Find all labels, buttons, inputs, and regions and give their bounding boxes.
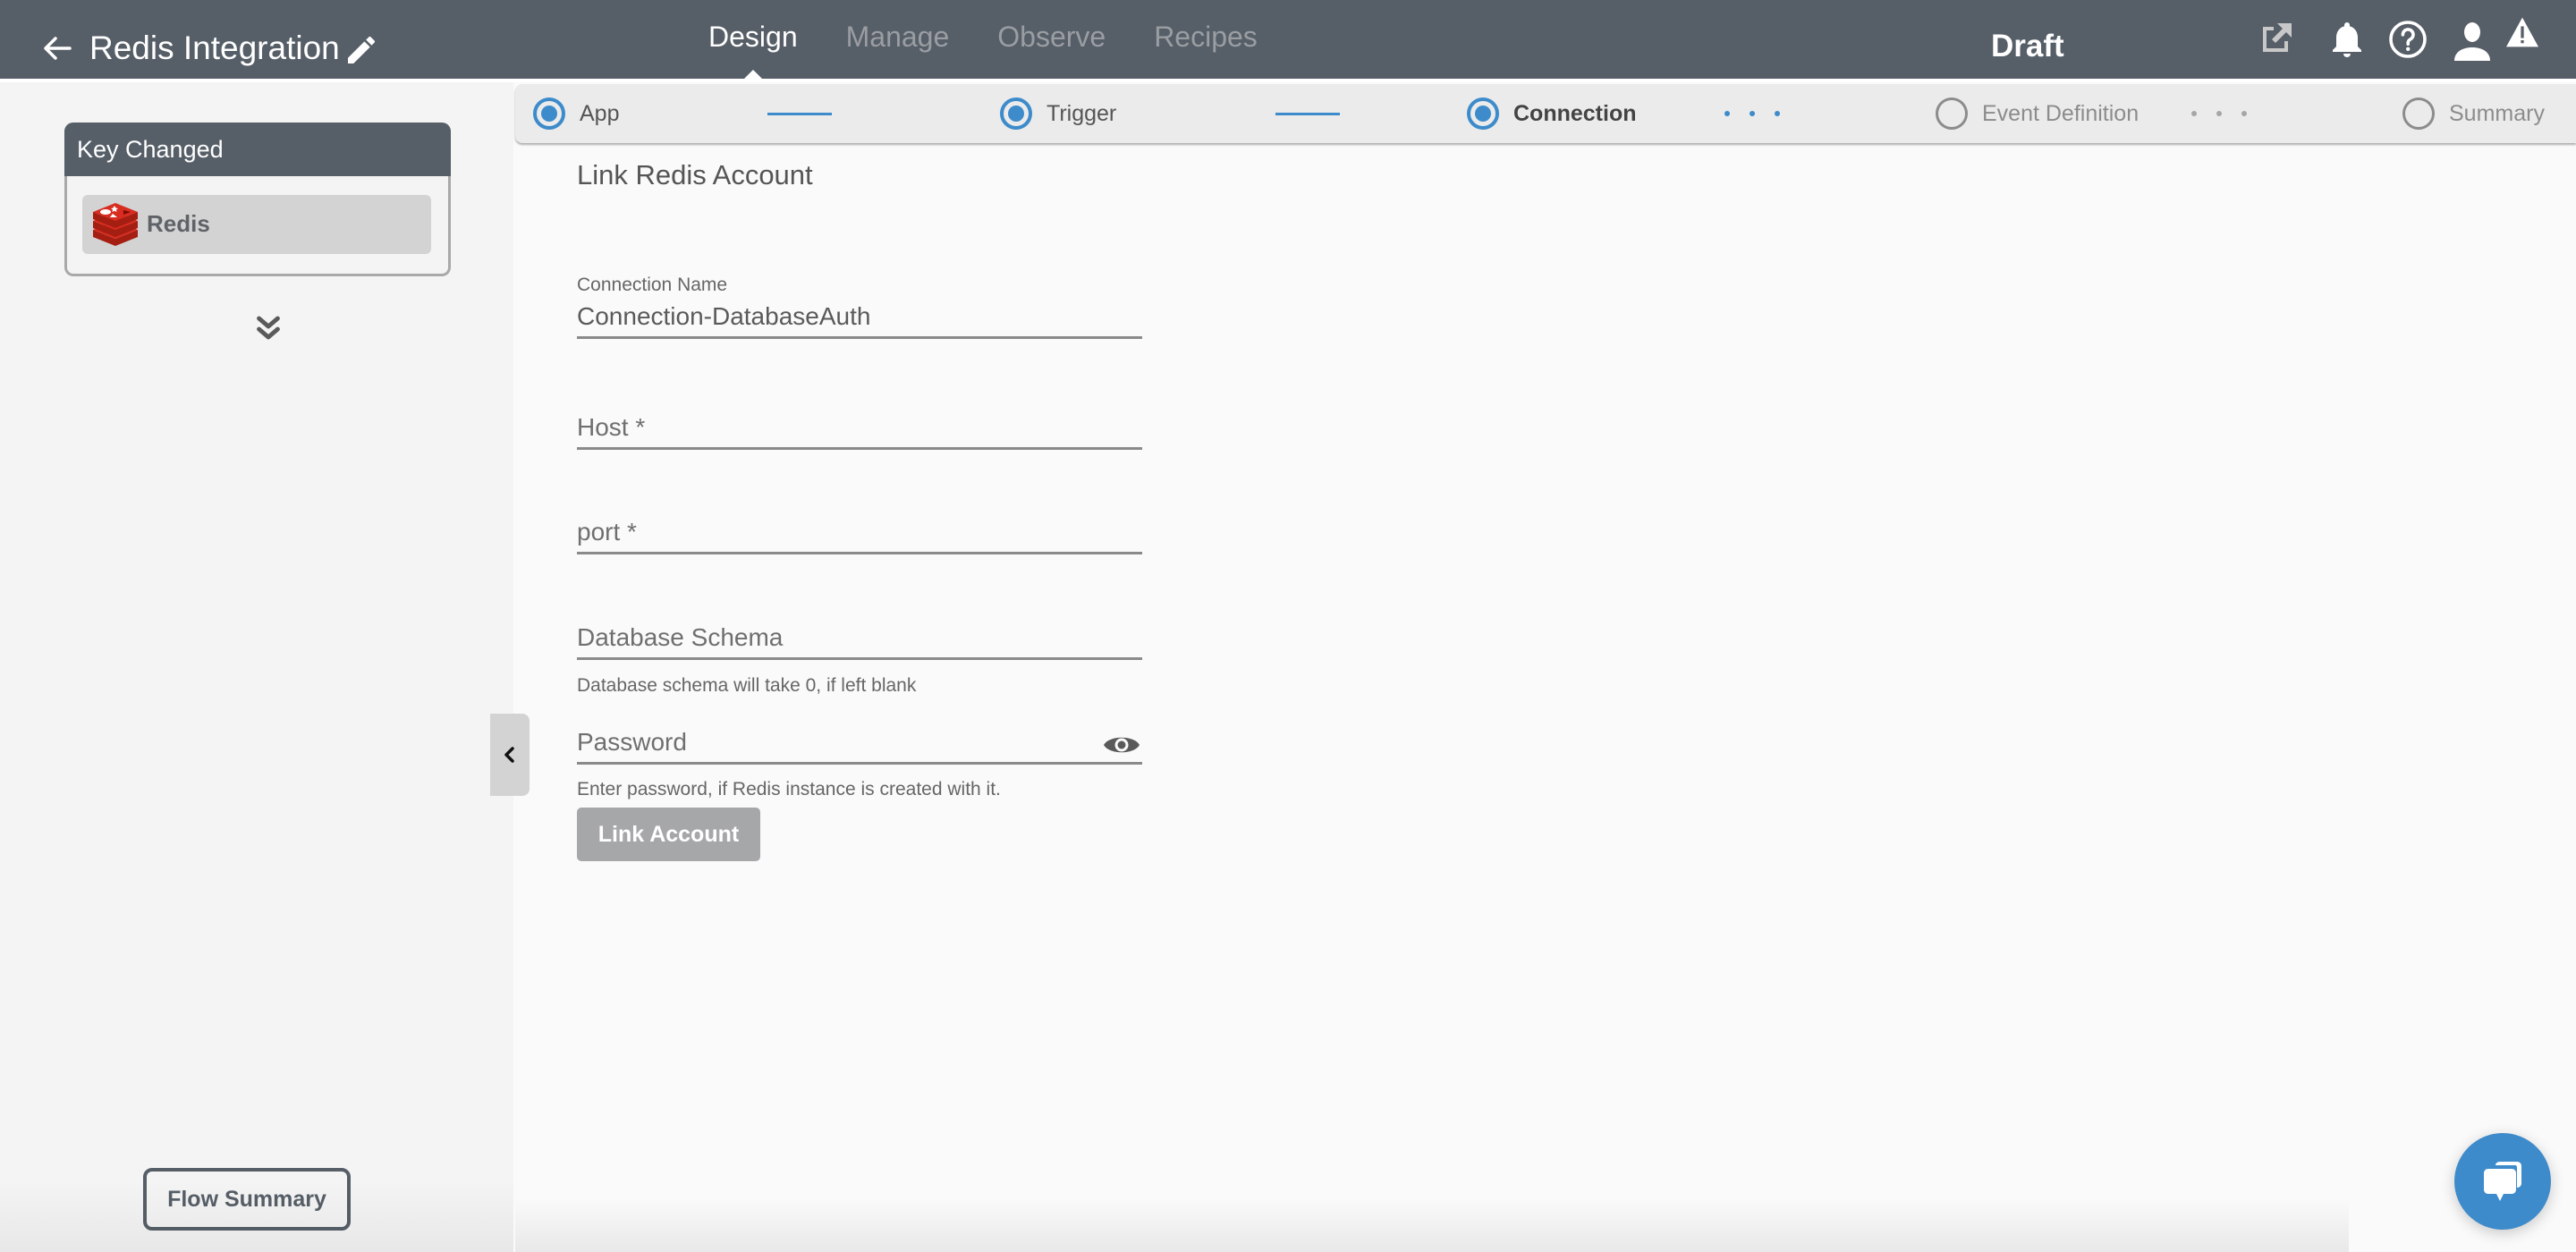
step-trigger-indicator <box>1000 97 1032 130</box>
step-app[interactable]: App <box>533 84 619 143</box>
nav-tab-recipes[interactable]: Recipes <box>1154 16 1258 57</box>
top-header: Redis Integration Design Manage Observe … <box>0 0 2576 80</box>
trigger-app-item[interactable]: Redis <box>82 195 431 254</box>
flow-sidebar: Key Changed Redis Flow Summary <box>0 82 513 1252</box>
notifications-button[interactable] <box>2326 18 2368 61</box>
trigger-card[interactable]: Key Changed Redis <box>64 123 451 276</box>
toggle-password-visibility[interactable] <box>1102 732 1141 758</box>
step-connector <box>767 113 832 115</box>
password-hint: Enter password, if Redis instance is cre… <box>577 779 1001 799</box>
chevron-left-icon <box>504 747 514 763</box>
step-app-indicator <box>533 97 565 130</box>
step-connection[interactable]: Connection <box>1467 84 1637 143</box>
step-connection-label: Connection <box>1513 100 1637 126</box>
password-field <box>577 723 1142 765</box>
step-trigger-label: Trigger <box>1046 100 1117 126</box>
database-schema-field <box>577 618 1142 660</box>
step-event-definition-label: Event Definition <box>1982 100 2140 126</box>
arrow-left-icon <box>44 37 72 60</box>
trigger-card-title: Key Changed <box>64 123 451 176</box>
flow-status: Draft <box>1991 29 2064 63</box>
nav-tab-observe[interactable]: Observe <box>997 16 1106 57</box>
step-trigger[interactable]: Trigger <box>1000 84 1116 143</box>
alert-indicator[interactable] <box>2504 16 2540 52</box>
connection-name-input[interactable] <box>577 297 1142 336</box>
host-input[interactable] <box>577 408 1142 447</box>
eye-icon <box>1104 737 1140 753</box>
link-account-button[interactable]: Link Account <box>577 808 760 861</box>
open-external-button[interactable] <box>2254 18 2297 61</box>
step-summary[interactable]: Summary <box>2402 84 2545 143</box>
sidebar-bottom-shadow <box>0 1180 513 1252</box>
step-connector <box>1275 113 1340 115</box>
step-summary-indicator <box>2402 97 2435 130</box>
main-nav: Design Manage Observe Recipes <box>708 16 1306 80</box>
step-connector-dots <box>2191 111 2247 116</box>
user-menu-button[interactable] <box>2453 18 2506 61</box>
pencil-icon <box>348 36 376 63</box>
nav-tab-design[interactable]: Design <box>708 16 798 80</box>
nav-tab-manage[interactable]: Manage <box>846 16 950 57</box>
main-bottom-shadow <box>515 1198 2349 1252</box>
database-schema-input[interactable] <box>577 618 1142 657</box>
connection-name-field: Connection Name <box>577 274 1142 339</box>
wizard-stepper: App Trigger Connection Event Definition … <box>515 84 2576 143</box>
chat-support-button[interactable] <box>2454 1133 2551 1230</box>
form-title: Link Redis Account <box>577 159 813 190</box>
connection-name-label: Connection Name <box>577 275 728 295</box>
warning-icon <box>2506 17 2538 47</box>
help-button[interactable] <box>2386 18 2429 61</box>
step-event-definition-indicator <box>1936 97 1968 130</box>
database-schema-hint: Database schema will take 0, if left bla… <box>577 675 917 696</box>
host-field <box>577 408 1142 450</box>
step-connection-indicator <box>1467 97 1499 130</box>
step-summary-label: Summary <box>2449 100 2545 126</box>
bell-icon <box>2333 22 2361 57</box>
port-input[interactable] <box>577 512 1142 552</box>
edit-title-button[interactable] <box>343 32 379 68</box>
help-icon <box>2389 21 2427 58</box>
chat-bubbles-icon <box>2484 1162 2521 1201</box>
step-app-label: App <box>580 100 620 126</box>
expand-flow-button[interactable] <box>252 313 284 345</box>
double-chevron-down-icon <box>257 316 280 340</box>
password-input[interactable] <box>577 723 1096 762</box>
external-link-icon <box>2263 23 2292 52</box>
trigger-app-label: Redis <box>147 210 210 237</box>
user-icon <box>2454 22 2490 61</box>
app-title: Redis Integration <box>89 30 340 66</box>
port-field <box>577 512 1142 554</box>
redis-logo-icon <box>93 203 138 246</box>
back-button[interactable] <box>39 30 75 66</box>
step-connector-dots <box>1724 111 1780 116</box>
step-event-definition[interactable]: Event Definition <box>1936 84 2139 143</box>
collapse-sidebar-button[interactable] <box>490 714 530 796</box>
